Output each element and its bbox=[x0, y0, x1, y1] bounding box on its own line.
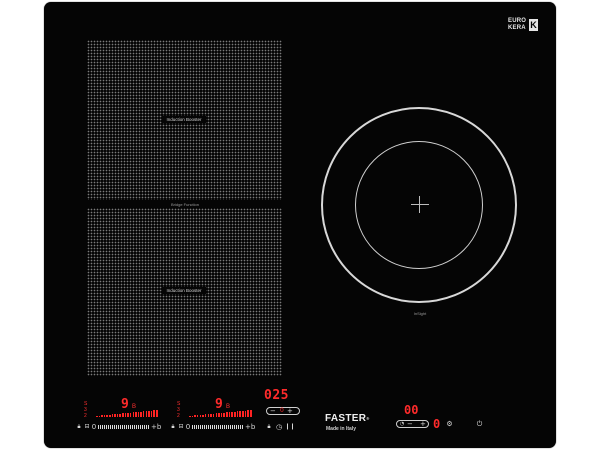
power-segment bbox=[122, 413, 124, 417]
right-level-display: 0 bbox=[433, 417, 441, 431]
faster-brand-logo: FASTER® bbox=[325, 413, 370, 424]
settings-icon[interactable]: ⚙ bbox=[445, 420, 454, 428]
power-segment bbox=[194, 415, 196, 417]
eurokera-logo: EURO KERA K bbox=[508, 18, 538, 31]
timer-lock-icon[interactable]: 🔒︎ bbox=[265, 423, 273, 431]
power-segment bbox=[106, 414, 108, 417]
timer-minus-button[interactable]: − bbox=[270, 407, 276, 415]
middle-booster-icon[interactable]: ⊟ bbox=[177, 423, 185, 431]
power-icon[interactable]: ⏻ bbox=[475, 420, 484, 428]
power-segment bbox=[96, 416, 98, 417]
power-segment bbox=[109, 414, 111, 417]
power-segment bbox=[236, 411, 239, 417]
power-segment bbox=[101, 415, 103, 417]
left-power-slider[interactable] bbox=[98, 425, 150, 429]
power-segment bbox=[140, 411, 142, 417]
power-segment bbox=[153, 410, 155, 417]
power-segment bbox=[135, 412, 137, 417]
left-booster-icon[interactable]: ⊟ bbox=[83, 423, 91, 431]
left-level-indicators: S 3 2 bbox=[84, 401, 88, 419]
clock-icon[interactable]: ◷ bbox=[275, 423, 283, 431]
power-segment bbox=[231, 411, 233, 417]
timer-minus-plus[interactable]: − 0 + bbox=[266, 407, 300, 415]
right-plus-button[interactable]: + bbox=[420, 420, 426, 428]
power-segment bbox=[202, 414, 204, 417]
power-segment bbox=[215, 413, 218, 417]
power-segment bbox=[148, 410, 150, 417]
right-zone-display: 00 bbox=[404, 403, 419, 417]
power-segment bbox=[116, 413, 119, 417]
power-segment bbox=[242, 410, 244, 417]
power-segment bbox=[226, 412, 228, 417]
power-segment bbox=[210, 413, 212, 417]
zone-top-label: Induction Booster bbox=[162, 116, 206, 123]
power-segment bbox=[204, 414, 207, 417]
timer-plus-button[interactable]: + bbox=[287, 407, 293, 415]
power-segment bbox=[234, 411, 236, 417]
power-segment bbox=[250, 410, 252, 417]
timer-display: 025 bbox=[264, 388, 289, 403]
timer-sub-display: 0 bbox=[280, 407, 284, 414]
power-segment bbox=[124, 413, 127, 417]
middle-power-slider[interactable] bbox=[192, 425, 244, 429]
power-segment bbox=[218, 413, 220, 417]
power-segment bbox=[244, 410, 247, 417]
zone-center-mark bbox=[411, 204, 429, 205]
power-segment bbox=[137, 411, 140, 417]
power-segment bbox=[191, 415, 194, 417]
middle-level-indicators: S 3 2 bbox=[177, 401, 181, 419]
zone-center-mark-vertical bbox=[419, 196, 420, 213]
power-segment bbox=[223, 412, 225, 417]
power-segment bbox=[239, 411, 241, 417]
left-lock-icon[interactable]: 🔒︎ bbox=[75, 423, 83, 431]
round-zone-label: InSight bbox=[413, 311, 427, 316]
middle-lock-icon[interactable]: 🔒︎ bbox=[169, 423, 177, 431]
power-segment bbox=[119, 413, 121, 417]
power-segment bbox=[142, 411, 145, 417]
power-segment bbox=[212, 413, 215, 417]
left-slider-end-icon: +b bbox=[151, 423, 162, 431]
bridge-function-label: Bridge Function bbox=[170, 202, 199, 207]
right-minus-button[interactable]: − bbox=[407, 420, 413, 428]
power-segment bbox=[132, 412, 135, 417]
power-segment bbox=[199, 414, 202, 417]
power-segment bbox=[145, 411, 148, 417]
power-segment bbox=[150, 410, 153, 417]
power-segment bbox=[189, 416, 191, 417]
left-power-fill bbox=[96, 409, 158, 417]
made-in-italy-text: Made in Italy bbox=[326, 426, 357, 432]
right-zone-icon: ◔ bbox=[400, 421, 405, 427]
left-slider-start-icon: 0 bbox=[91, 423, 97, 431]
power-segment bbox=[111, 414, 114, 417]
right-zone-minus-plus[interactable]: ◔ − + bbox=[396, 420, 429, 428]
middle-slider-end-icon: +b bbox=[245, 423, 256, 431]
power-segment bbox=[196, 415, 199, 417]
zone-bottom-label: Induction Booster bbox=[162, 287, 206, 294]
power-segment bbox=[98, 415, 101, 417]
middle-slider-start-icon: 0 bbox=[185, 423, 191, 431]
power-segment bbox=[228, 412, 231, 417]
power-segment bbox=[247, 410, 249, 417]
pause-icon[interactable]: ❙❙ bbox=[285, 423, 295, 431]
middle-power-fill bbox=[189, 409, 252, 417]
power-segment bbox=[103, 415, 106, 417]
power-segment bbox=[129, 412, 132, 417]
power-segment bbox=[114, 414, 116, 417]
power-segment bbox=[127, 412, 129, 417]
power-segment bbox=[156, 410, 158, 417]
power-segment bbox=[220, 412, 223, 417]
power-segment bbox=[207, 414, 210, 417]
